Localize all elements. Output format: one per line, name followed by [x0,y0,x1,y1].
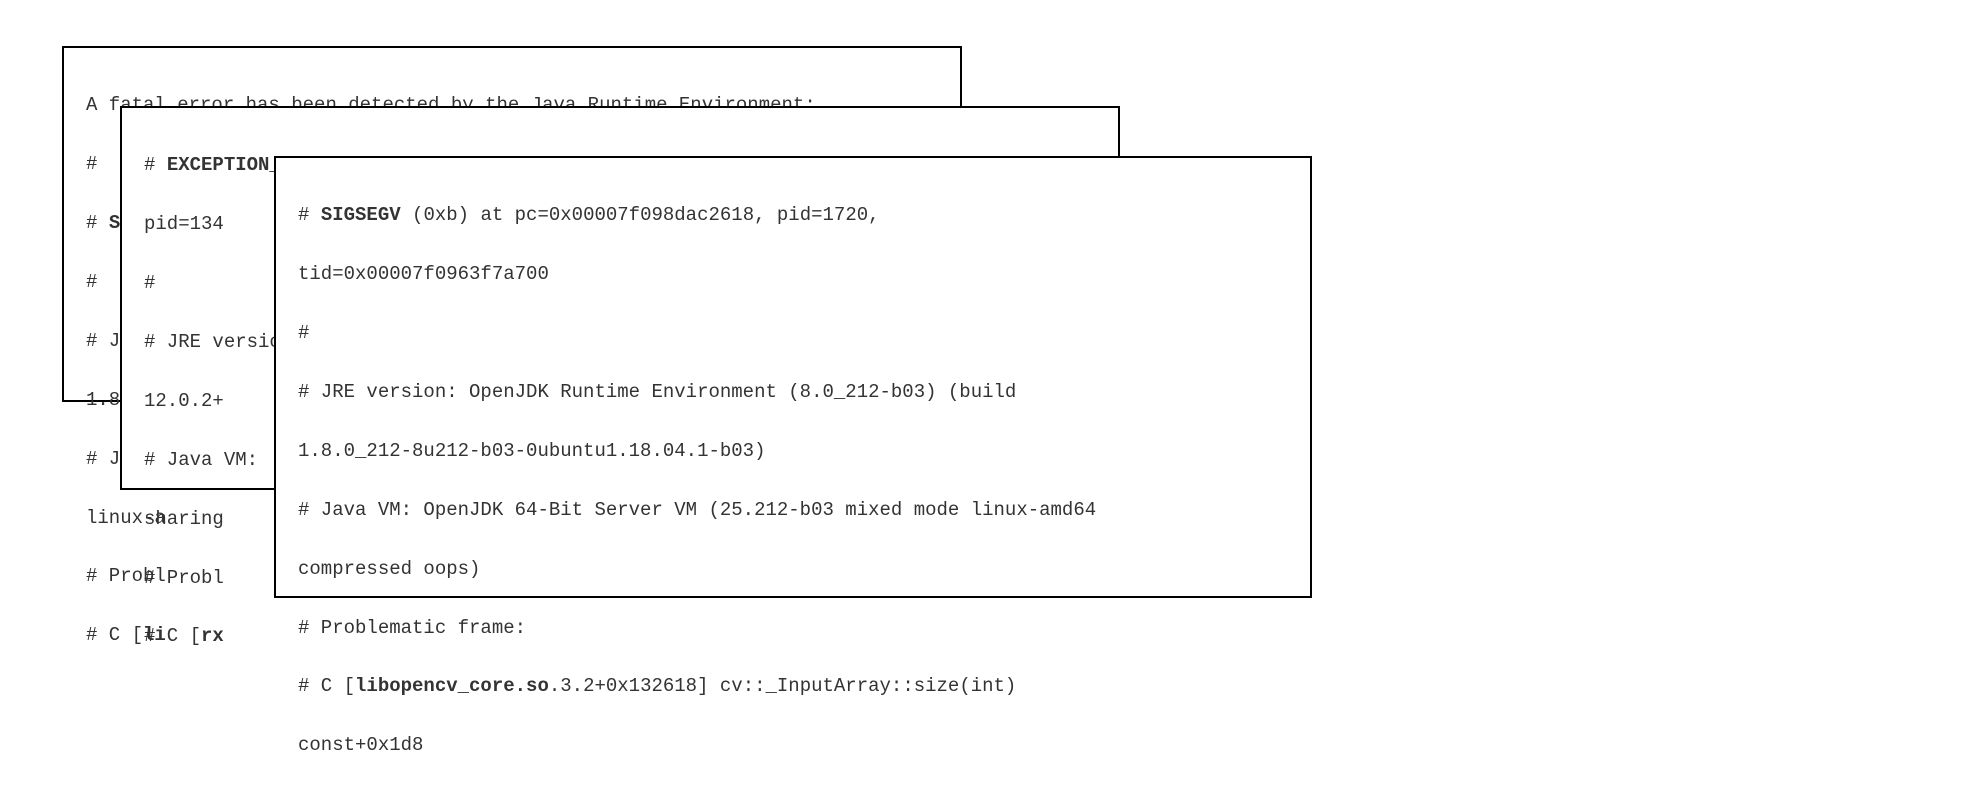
text: # C [ [144,625,201,647]
text-line: # Problematic frame: [298,614,1288,643]
text-line: const+0x1d8 [298,731,1288,760]
text-line: 1.8.0_212-8u212-b03-0ubuntu1.18.04.1-b03… [298,437,1288,466]
text: # [144,154,167,176]
text: # C [ [298,675,355,697]
text-line: compressed oops) [298,555,1288,584]
lib-name: libopencv_core.so [355,675,549,697]
text: # [298,204,321,226]
error-box-3: # SIGSEGV (0xb) at pc=0x00007f098dac2618… [274,156,1312,598]
text-line: # JRE version: OpenJDK Runtime Environme… [298,378,1288,407]
text-line: tid=0x00007f0963f7a700 [298,260,1288,289]
text: # C [ [86,624,143,646]
text: # [86,212,109,234]
text: (0xb) at pc=0x00007f098dac2618, pid=1720… [401,204,880,226]
text-line: # [298,319,1288,348]
text-line: # Java VM: OpenJDK 64-Bit Server VM (25.… [298,496,1288,525]
signal-name: SIGSEGV [321,204,401,226]
text-line: # SIGSEGV (0xb) at pc=0x00007f098dac2618… [298,201,1288,230]
lib-name-fragment: rx [201,625,224,647]
text-line: # C [libopencv_core.so.3.2+0x132618] cv:… [298,672,1288,701]
text: .3.2+0x132618] cv::_InputArray::size(int… [549,675,1016,697]
